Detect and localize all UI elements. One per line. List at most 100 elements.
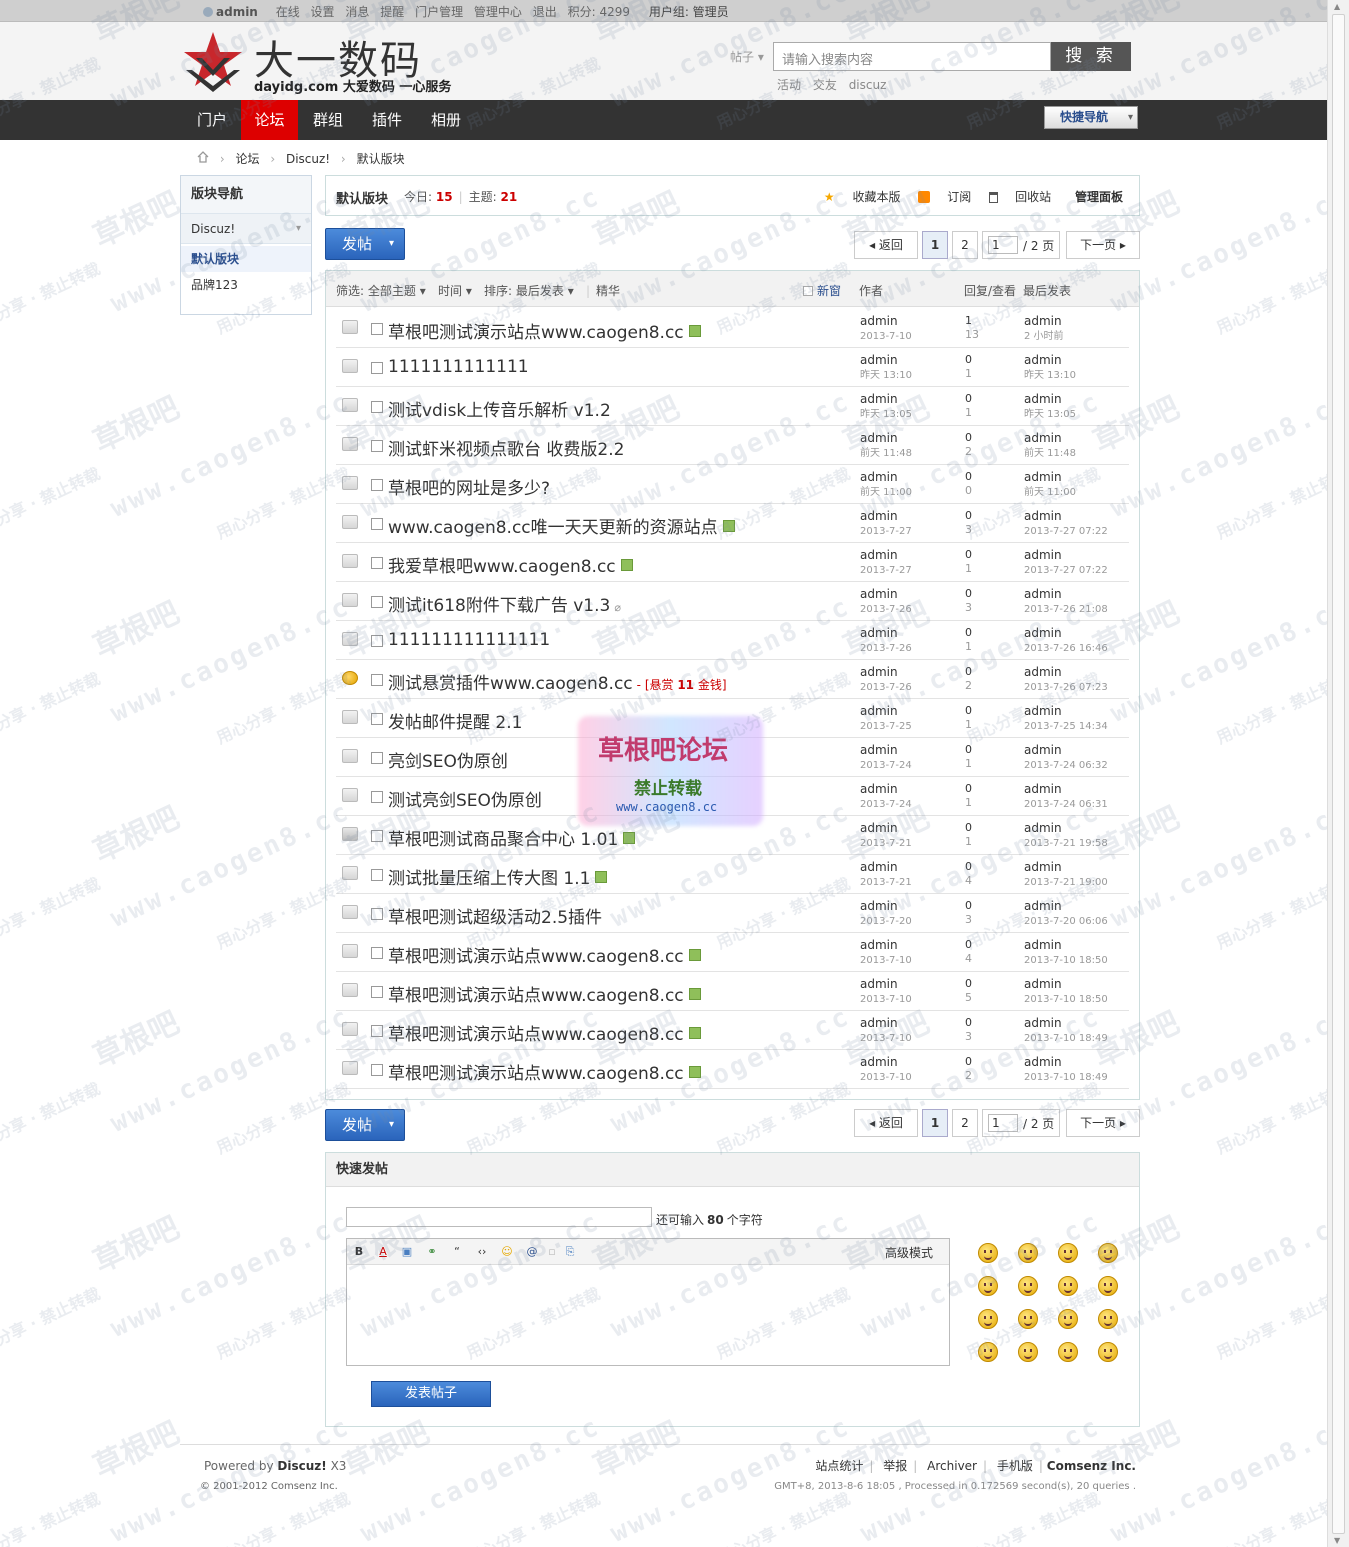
thread-last-post[interactable]: admin 2013-7-10 18:49: [1024, 1055, 1108, 1085]
bold-icon[interactable]: B: [351, 1244, 367, 1260]
scroll-up-icon[interactable]: ▲: [1334, 2, 1340, 11]
footer-link-mobile[interactable]: 手机版: [997, 1459, 1033, 1473]
folder-icon[interactable]: [342, 788, 358, 802]
thread-title[interactable]: 草根吧的网址是多少?: [388, 474, 550, 499]
top-link-logout[interactable]: 退出: [533, 5, 557, 19]
smiley-icon[interactable]: [1098, 1276, 1118, 1296]
table-row[interactable]: 草根吧测试超级活动2.5插件 admin 2013-7-20 0 3 admin 2013-…: [336, 894, 1129, 933]
filter-all-dropdown[interactable]: 筛选: 全部主题 ▾: [336, 282, 426, 299]
thread-last-post[interactable]: admin 2013-7-26 21:08: [1024, 587, 1108, 617]
thread-title[interactable]: 111111111111111: [388, 630, 550, 650]
thread-last-post[interactable]: admin 2013-7-21 19:00: [1024, 860, 1108, 890]
thread-author[interactable]: admin 前天 11:00: [860, 470, 912, 500]
image-icon[interactable]: ▣: [399, 1244, 415, 1260]
thread-checkbox[interactable]: [371, 986, 383, 998]
thread-title[interactable]: 测试悬赏插件www.caogen8.cc - [悬赏 11 金钱]: [388, 669, 727, 694]
table-row[interactable]: 我爱草根吧www.caogen8.cc admin 2013-7-27 0 1 admin…: [336, 543, 1129, 582]
sidebar-item-brand[interactable]: 品牌123: [181, 272, 311, 298]
manage-panel-link[interactable]: 管理面板: [1075, 190, 1123, 204]
link-icon[interactable]: ⚭: [424, 1244, 440, 1260]
font-color-icon[interactable]: A: [375, 1244, 391, 1260]
smiley-icon[interactable]: [978, 1342, 998, 1362]
thread-title[interactable]: 测试批量压缩上传大图 1.1: [388, 864, 608, 889]
thread-checkbox[interactable]: [371, 362, 383, 374]
smiley-icon[interactable]: [978, 1243, 998, 1263]
top-link-messages[interactable]: 消息: [345, 5, 369, 19]
folder-icon[interactable]: [342, 398, 358, 412]
thread-author[interactable]: admin 2013-7-10: [860, 977, 912, 1007]
search-button[interactable]: 搜 索: [1051, 42, 1131, 71]
home-icon[interactable]: [197, 151, 209, 163]
table-row[interactable]: 测试批量压缩上传大图 1.1 admin 2013-7-21 0 4 admin 2013-…: [336, 855, 1129, 894]
table-row[interactable]: 草根吧测试演示站点www.caogen8.cc admin 2013-7-10 0 5 a…: [336, 972, 1129, 1011]
lastpost-column-header[interactable]: 最后发表: [1023, 282, 1071, 299]
smiley-icon[interactable]: [1018, 1309, 1038, 1329]
sidebar-item-default[interactable]: 默认版块: [181, 246, 311, 272]
attachment-icon[interactable]: ⎘: [562, 1244, 578, 1260]
thread-author[interactable]: admin 2013-7-26: [860, 587, 912, 617]
smiley-icon[interactable]: [1018, 1276, 1038, 1296]
table-row[interactable]: 测试悬赏插件www.caogen8.cc - [悬赏 11 金钱] admin 201…: [336, 660, 1129, 699]
folder-icon[interactable]: [342, 437, 358, 451]
thread-title[interactable]: 发帖邮件提醒 2.1: [388, 708, 522, 733]
pager-page-2[interactable]: 2: [952, 231, 978, 259]
top-link-settings[interactable]: 设置: [311, 5, 335, 19]
page-scrollbar[interactable]: ▲ ▼: [1327, 0, 1349, 1547]
smiley-icon[interactable]: [1098, 1243, 1118, 1263]
pager-next-button[interactable]: 下一页 ▸: [1066, 1109, 1140, 1137]
nav-item-plugin[interactable]: 插件: [359, 100, 415, 140]
folder-icon[interactable]: [342, 320, 358, 334]
discuz-link[interactable]: Discuz!: [277, 1459, 326, 1473]
thread-checkbox[interactable]: [371, 908, 383, 920]
thread-author[interactable]: admin 2013-7-26: [860, 626, 912, 656]
folder-icon[interactable]: [342, 983, 358, 997]
folder-icon[interactable]: [342, 359, 358, 373]
folder-icon[interactable]: [342, 905, 358, 919]
thread-last-post[interactable]: admin 前天 11:48: [1024, 431, 1076, 461]
thread-checkbox[interactable]: [371, 947, 383, 959]
subject-input[interactable]: [346, 1207, 652, 1227]
footer-link-report[interactable]: 举报: [883, 1459, 907, 1473]
thread-title[interactable]: 草根吧测试演示站点www.caogen8.cc: [388, 318, 701, 343]
table-row[interactable]: 草根吧测试演示站点www.caogen8.cc admin 2013-7-10 1 13…: [336, 309, 1129, 348]
thread-author[interactable]: admin 2013-7-10: [860, 1016, 912, 1046]
folder-icon[interactable]: [342, 866, 358, 880]
thread-author[interactable]: admin 昨天 13:10: [860, 353, 912, 383]
thread-last-post[interactable]: admin 2013-7-10 18:50: [1024, 977, 1108, 1007]
code-icon[interactable]: ‹›: [474, 1244, 490, 1260]
thread-last-post[interactable]: admin 2013-7-26 07:23: [1024, 665, 1108, 695]
quick-nav-button[interactable]: 快捷导航: [1044, 106, 1138, 129]
thread-title[interactable]: 草根吧测试演示站点www.caogen8.cc: [388, 1020, 701, 1045]
folder-icon[interactable]: [342, 710, 358, 724]
folder-icon[interactable]: [342, 554, 358, 568]
table-row[interactable]: 草根吧测试演示站点www.caogen8.cc admin 2013-7-10 0 3 a…: [336, 1011, 1129, 1050]
table-row[interactable]: 111111111111111 admin 2013-7-26 0 1 admin 2013…: [336, 621, 1129, 660]
pager-page-1[interactable]: 1: [922, 1109, 948, 1137]
thread-last-post[interactable]: admin 2013-7-24 06:32: [1024, 743, 1108, 773]
filter-time-dropdown[interactable]: 时间 ▾: [438, 282, 472, 299]
table-row[interactable]: 测试虾米视频点歌台 收费版2.2 admin 前天 11:48 0 2 admin 前天 1…: [336, 426, 1129, 465]
hot-keyword[interactable]: 交友: [813, 78, 837, 92]
folder-icon[interactable]: [342, 632, 358, 646]
thread-author[interactable]: admin 2013-7-24: [860, 743, 912, 773]
smiley-icon[interactable]: [1098, 1342, 1118, 1362]
hot-keyword[interactable]: discuz: [849, 78, 887, 92]
footer-link-company[interactable]: Comsenz Inc.: [1047, 1459, 1136, 1473]
nav-item-album[interactable]: 相册: [418, 100, 474, 140]
thread-last-post[interactable]: admin 2013-7-27 07:22: [1024, 548, 1108, 578]
thread-last-post[interactable]: admin 2013-7-10 18:50: [1024, 938, 1108, 968]
thread-title[interactable]: 草根吧测试商品聚合中心 1.01: [388, 825, 636, 850]
smiley-icon[interactable]: [1098, 1309, 1118, 1329]
thread-checkbox[interactable]: [371, 323, 383, 335]
folder-icon[interactable]: [342, 593, 358, 607]
site-logo[interactable]: 大一数码 dayidg.com 大爱数码 一心服务: [182, 30, 452, 95]
credits-link[interactable]: 积分: 4299: [568, 5, 630, 19]
thread-checkbox[interactable]: [371, 557, 383, 569]
thread-author[interactable]: admin 2013-7-27: [860, 548, 912, 578]
new-thread-button-bottom[interactable]: 发帖: [325, 1109, 405, 1141]
thread-last-post[interactable]: admin 2 小时前: [1024, 314, 1064, 344]
thread-last-post[interactable]: admin 2013-7-10 18:49: [1024, 1016, 1108, 1046]
thread-checkbox[interactable]: [371, 713, 383, 725]
thread-checkbox[interactable]: [371, 752, 383, 764]
sidebar-group-discuz[interactable]: Discuz!: [181, 214, 311, 244]
